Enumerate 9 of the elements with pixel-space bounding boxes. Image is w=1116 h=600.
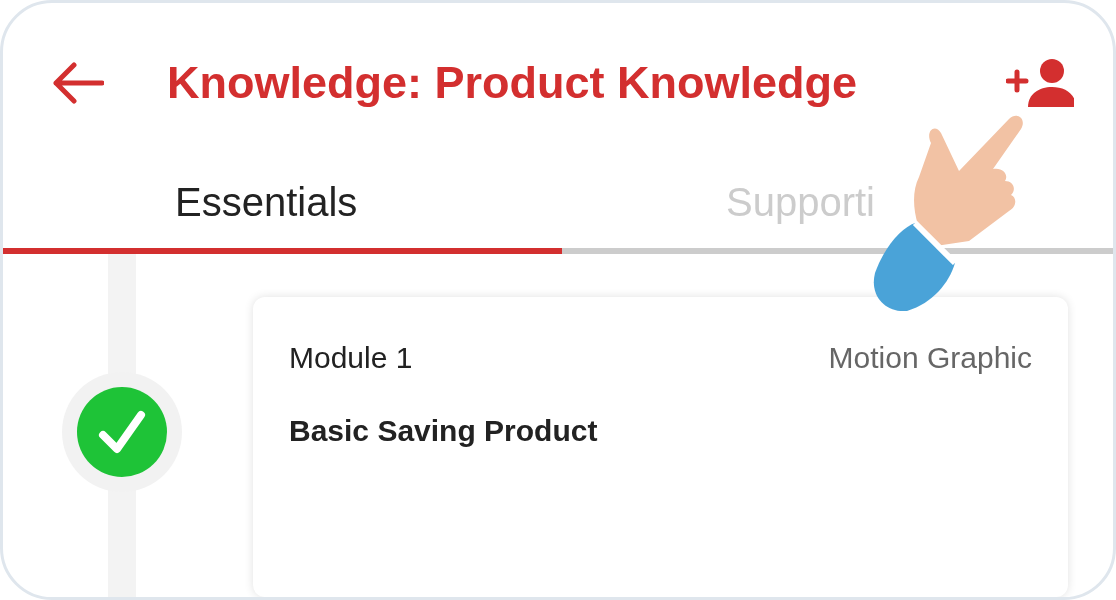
back-arrow-icon (52, 62, 104, 105)
add-person-icon (1006, 57, 1074, 110)
module-number: Module 1 (289, 340, 413, 376)
tab[interactable]: Essentials (3, 155, 562, 254)
module-card[interactable]: Module 1 Motion Graphic Basic Saving Product (253, 297, 1068, 597)
check-icon (77, 387, 167, 477)
page-title: Knowledge: Product Knowledge (167, 56, 857, 111)
module-title: Basic Saving Product (289, 413, 599, 449)
module-type: Motion Graphic (828, 340, 1032, 376)
